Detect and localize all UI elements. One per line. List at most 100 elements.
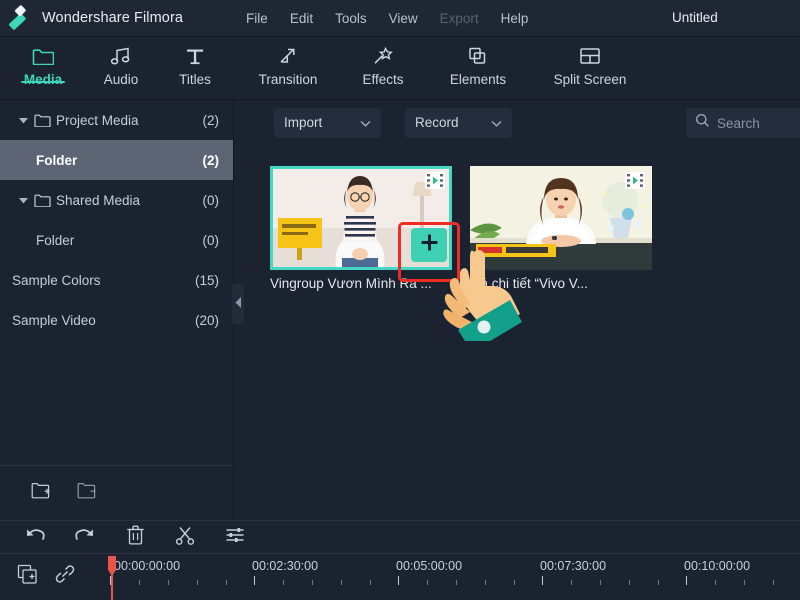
- text-t-icon: [185, 45, 205, 67]
- sliders-icon: [225, 526, 245, 549]
- record-dropdown-button[interactable]: Record: [405, 108, 512, 138]
- timeline-ruler[interactable]: 00:00:00:00 00:02:30:00 00:05:00:00 00:0…: [108, 554, 800, 600]
- ruler-label: 00:00:00:00: [114, 559, 180, 573]
- new-folder-icon: [31, 482, 52, 504]
- link-clips-button[interactable]: [48, 559, 82, 593]
- remove-folder-button[interactable]: [64, 476, 110, 510]
- tab-transition[interactable]: Transition: [240, 37, 336, 87]
- timeline-panel: 00:00:00:00 00:02:30:00 00:05:00:00 00:0…: [0, 553, 800, 600]
- tab-elements-label: Elements: [450, 72, 506, 87]
- filmora-window: Wondershare Filmora File Edit Tools View…: [0, 0, 800, 600]
- sidebar-item-count: (15): [195, 273, 219, 288]
- split-screen-icon: [578, 45, 602, 67]
- ruler-tick-minor: [571, 580, 572, 585]
- sidebar-item-sample-colors[interactable]: Sample Colors (15): [0, 260, 233, 300]
- ruler-tick-major: [686, 576, 687, 585]
- sidebar-item-label: Shared Media: [56, 193, 203, 208]
- menu-item-view[interactable]: View: [378, 8, 429, 29]
- pointing-hand-cursor-icon: [430, 246, 530, 346]
- collapse-left-icon: [235, 295, 242, 313]
- video-clip-icon: [624, 171, 646, 190]
- tab-effects[interactable]: Effects: [350, 37, 416, 87]
- sidebar-item-count: (2): [203, 153, 220, 168]
- tab-audio[interactable]: Audio: [92, 37, 150, 87]
- tab-split-screen[interactable]: Split Screen: [540, 37, 640, 87]
- tab-media-label: Media: [24, 72, 62, 87]
- add-track-icon: [17, 564, 38, 589]
- search-input[interactable]: Search: [686, 108, 800, 138]
- import-dropdown-button[interactable]: Import: [274, 108, 381, 138]
- search-icon: [695, 113, 710, 133]
- magic-wand-icon: [372, 45, 394, 67]
- timeline-playhead[interactable]: [108, 554, 117, 600]
- sidebar-item-count: (0): [203, 193, 220, 208]
- remove-folder-icon: [77, 482, 98, 504]
- ruler-tick-minor: [168, 580, 169, 585]
- sidebar-item-sample-video[interactable]: Sample Video (20): [0, 300, 233, 340]
- menu-item-tools[interactable]: Tools: [324, 8, 378, 29]
- redo-button[interactable]: [60, 521, 110, 554]
- folder-icon: [34, 194, 56, 207]
- tab-transition-label: Transition: [259, 72, 318, 87]
- add-folder-button[interactable]: [18, 476, 64, 510]
- ruler-label: 00:02:30:00: [252, 559, 318, 573]
- ruler-label: 00:07:30:00: [540, 559, 606, 573]
- video-clip-icon: [424, 171, 446, 190]
- folder-icon: [32, 45, 54, 67]
- ruler-tick-minor: [139, 580, 140, 585]
- delete-button[interactable]: [110, 521, 160, 554]
- tab-effects-label: Effects: [362, 72, 403, 87]
- redo-icon: [74, 526, 96, 549]
- sidebar-collapse-handle[interactable]: [232, 284, 244, 324]
- split-button[interactable]: [160, 521, 210, 554]
- ruler-tick-minor: [312, 580, 313, 585]
- tab-audio-label: Audio: [104, 72, 139, 87]
- sidebar-item-count: (2): [203, 113, 220, 128]
- menu-item-edit[interactable]: Edit: [279, 8, 324, 29]
- ruler-tick-minor: [773, 580, 774, 585]
- chevron-down-icon[interactable]: [12, 117, 34, 124]
- media-library-sidebar: Project Media (2) Folder (2) Shared Medi…: [0, 100, 234, 465]
- ruler-tick-minor: [283, 580, 284, 585]
- sidebar-item-count: (0): [203, 233, 220, 248]
- tab-titles-label: Titles: [179, 72, 211, 87]
- chevron-down-icon: [491, 115, 502, 130]
- sidebar-item-label: Sample Colors: [12, 273, 195, 288]
- ruler-tick-minor: [370, 580, 371, 585]
- menu-items: File Edit Tools View Export Help: [235, 8, 539, 29]
- tab-titles[interactable]: Titles: [166, 37, 224, 87]
- import-label: Import: [284, 115, 322, 130]
- ruler-tick-minor: [427, 580, 428, 585]
- add-track-button[interactable]: [10, 559, 44, 593]
- filmora-logo-icon: [6, 3, 40, 33]
- tab-elements[interactable]: Elements: [438, 37, 518, 87]
- sidebar-item-project-media[interactable]: Project Media (2): [0, 100, 233, 140]
- sidebar-item-shared-media[interactable]: Shared Media (0): [0, 180, 233, 220]
- project-title: Untitled: [672, 10, 718, 25]
- menu-item-help[interactable]: Help: [490, 8, 540, 29]
- ruler-tick-minor: [744, 580, 745, 585]
- undo-button[interactable]: [10, 521, 60, 554]
- link-icon: [54, 564, 76, 589]
- record-label: Record: [415, 115, 459, 130]
- adjust-button[interactable]: [210, 521, 260, 554]
- tab-media[interactable]: Media: [14, 37, 72, 87]
- sidebar-item-folder-project[interactable]: Folder (2): [0, 140, 233, 180]
- active-tab-underline: [21, 81, 65, 84]
- sidebar-item-label: Folder: [36, 153, 203, 168]
- chevron-down-icon[interactable]: [12, 197, 34, 204]
- app-brand-title: Wondershare Filmora: [42, 10, 183, 26]
- menu-bar: Wondershare Filmora File Edit Tools View…: [0, 0, 800, 37]
- menu-item-file[interactable]: File: [235, 8, 279, 29]
- main-tab-bar: Media Audio Titles: [0, 37, 800, 100]
- sidebar-item-folder-shared[interactable]: Folder (0): [0, 220, 233, 260]
- tab-split-screen-label: Split Screen: [554, 72, 627, 87]
- ruler-tick-minor: [514, 580, 515, 585]
- search-placeholder: Search: [717, 116, 760, 131]
- chevron-down-icon: [360, 115, 371, 130]
- undo-icon: [24, 526, 46, 549]
- sidebar-footer-toolbar: [0, 465, 234, 520]
- ruler-label: 00:10:00:00: [684, 559, 750, 573]
- ruler-tick-minor: [197, 580, 198, 585]
- folder-icon: [34, 114, 56, 127]
